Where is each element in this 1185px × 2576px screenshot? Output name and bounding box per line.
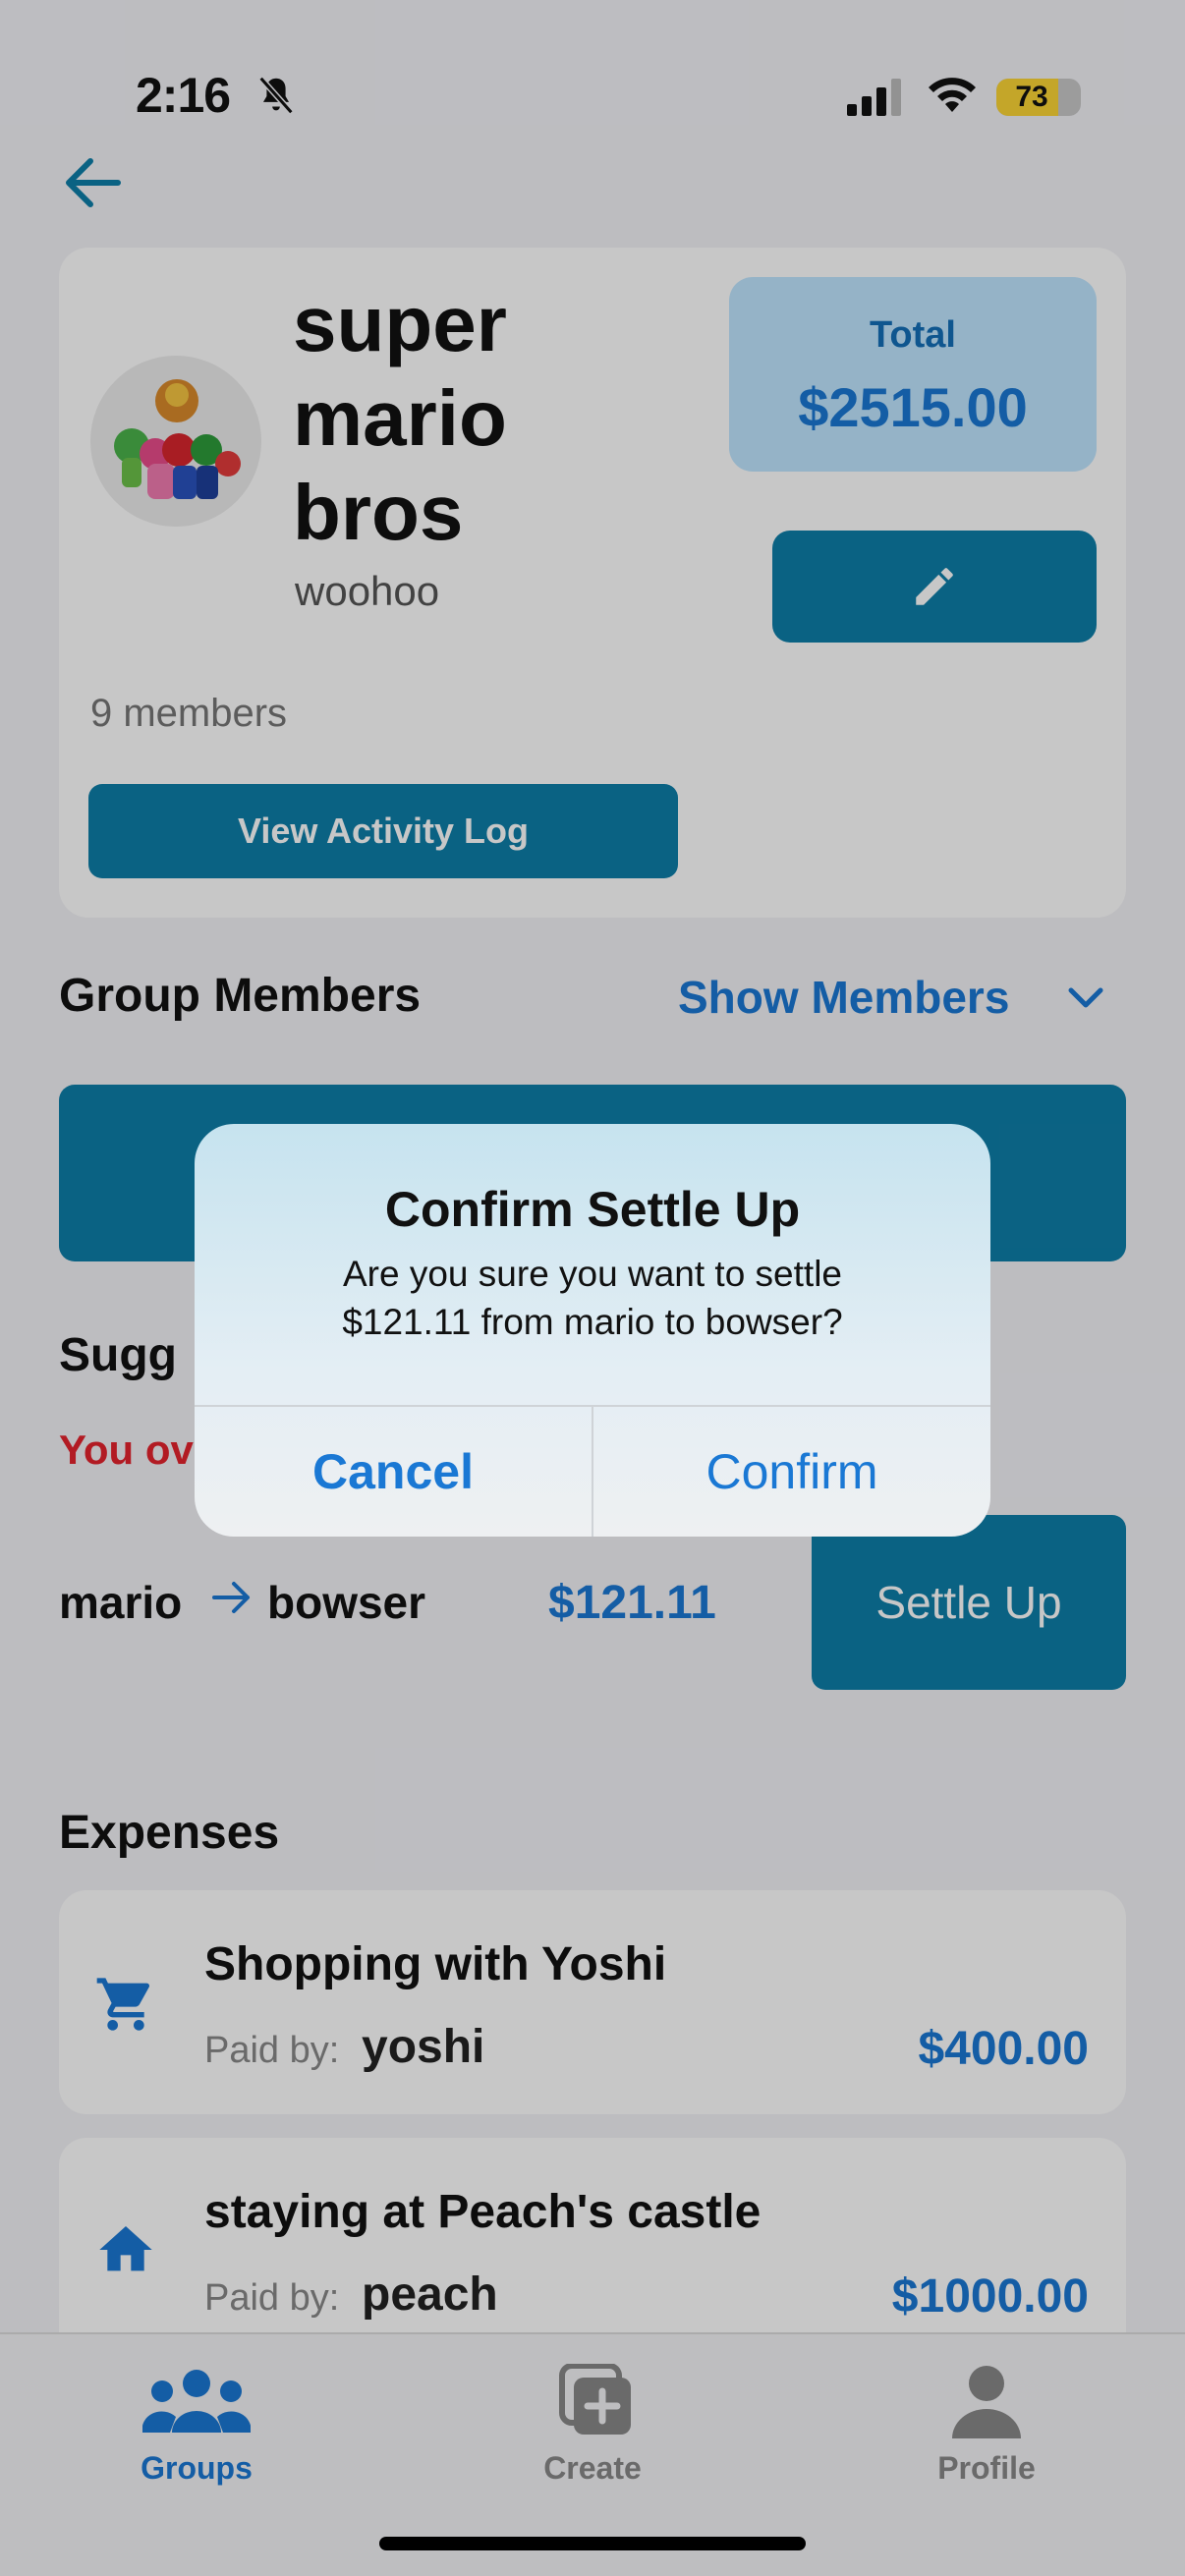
dialog-message: Are you sure you want to settle $121.11 … — [254, 1250, 931, 1346]
confirm-button[interactable]: Confirm — [593, 1407, 990, 1537]
confirm-settle-dialog: Confirm Settle Up Are you sure you want … — [195, 1124, 990, 1537]
dialog-message-line: Are you sure you want to settle — [343, 1254, 842, 1294]
dialog-message-line: $121.11 from mario to bowser? — [342, 1302, 843, 1342]
dialog-title: Confirm Settle Up — [384, 1182, 801, 1237]
cancel-button[interactable]: Cancel — [195, 1407, 592, 1537]
